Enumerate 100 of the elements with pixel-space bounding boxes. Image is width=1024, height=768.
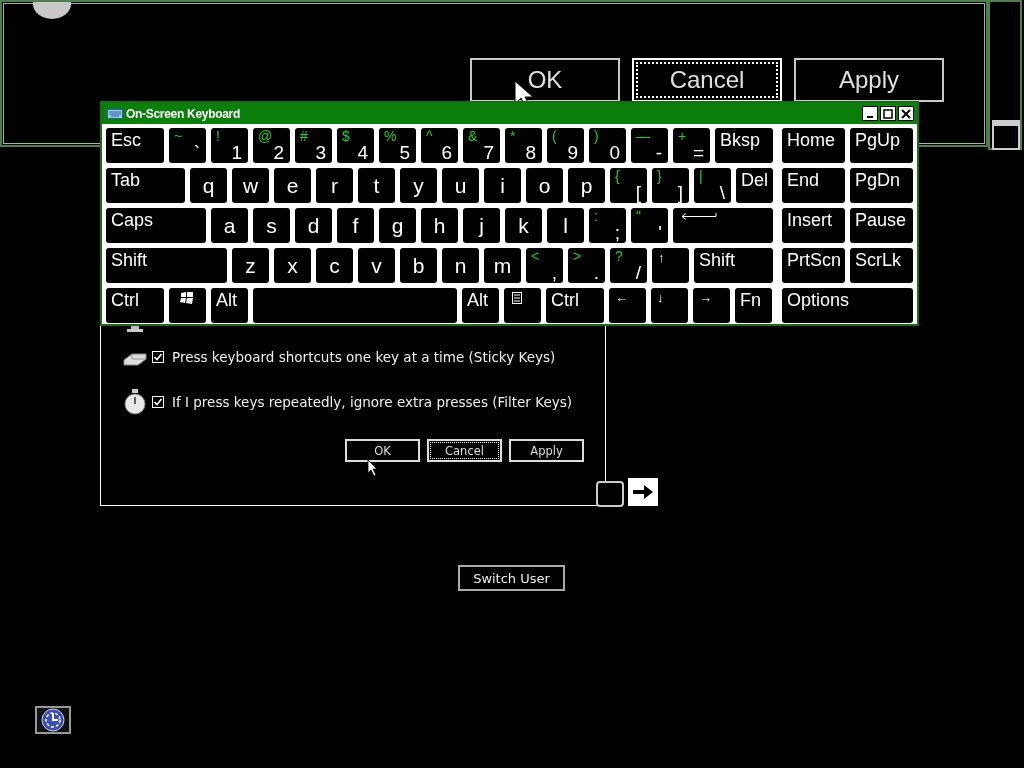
key[interactable]: ( 9 — [547, 128, 584, 163]
key[interactable]: ↑ — [652, 248, 689, 283]
option-label: Press keyboard shortcuts one key at a time (Sticky Keys) — [172, 348, 556, 365]
key[interactable]: Esc — [106, 128, 164, 163]
key[interactable]: n — [442, 248, 479, 283]
key[interactable]: Tab — [106, 168, 185, 203]
dialog-button[interactable]: Cancel — [632, 58, 782, 102]
key[interactable]: g — [379, 208, 416, 243]
key[interactable]: w — [232, 168, 269, 203]
key[interactable]: Shift — [694, 248, 773, 283]
key[interactable]: ^ 6 — [421, 128, 458, 163]
key[interactable]: { [ — [610, 168, 647, 203]
key[interactable]: ) 0 — [589, 128, 626, 163]
return-arrow-icon — [681, 213, 717, 221]
key[interactable]: Insert — [782, 208, 845, 243]
key[interactable]: → — [693, 288, 730, 323]
key[interactable]: ← — [609, 288, 646, 323]
checkbox[interactable] — [152, 350, 164, 363]
key[interactable]: End — [782, 168, 845, 203]
windows-logo-icon — [180, 292, 194, 304]
key[interactable]: | \ — [694, 168, 731, 203]
key[interactable]: Shift — [106, 248, 227, 283]
key[interactable]: c — [316, 248, 353, 283]
close-button[interactable] — [898, 106, 914, 121]
key[interactable]: b — [400, 248, 437, 283]
dialog-button[interactable]: Apply — [794, 58, 944, 102]
key[interactable]: > . — [568, 248, 605, 283]
key[interactable]: h — [421, 208, 458, 243]
key[interactable]: l — [547, 208, 584, 243]
key[interactable]: z — [232, 248, 269, 283]
minimize-button[interactable] — [862, 106, 878, 121]
key[interactable]: < , — [526, 248, 563, 283]
menu-icon — [512, 292, 522, 304]
key[interactable]: k — [505, 208, 542, 243]
key[interactable]: r — [316, 168, 353, 203]
key[interactable]: * 8 — [505, 128, 542, 163]
key[interactable]: Bksp — [715, 128, 773, 163]
maximize-button[interactable] — [880, 106, 896, 121]
checkbox[interactable] — [152, 395, 164, 408]
password-field[interactable] — [596, 481, 624, 507]
key[interactable]: + = — [673, 128, 710, 163]
key[interactable]: ? / — [610, 248, 647, 283]
key[interactable]: u — [442, 168, 479, 203]
key[interactable]: ScrLk — [850, 248, 913, 283]
menu-key[interactable] — [504, 288, 541, 323]
key[interactable]: i — [484, 168, 521, 203]
key[interactable]: : ; — [589, 208, 626, 243]
window-title: On-Screen Keyboard — [126, 106, 240, 121]
submit-button[interactable] — [628, 478, 658, 506]
key[interactable]: Alt — [462, 288, 499, 323]
key[interactable]: Fn — [735, 288, 772, 323]
ease-of-access-button[interactable] — [35, 706, 71, 734]
key[interactable]: q — [190, 168, 227, 203]
option-label: If I press keys repeatedly, ignore extra presses (Filter Keys) — [172, 393, 572, 410]
dialog-button[interactable]: Apply — [509, 439, 584, 462]
key[interactable]: Pause — [850, 208, 913, 243]
key[interactable]: ~ ` — [169, 128, 206, 163]
key[interactable]: & 7 — [463, 128, 500, 163]
key[interactable]: PgDn — [850, 168, 913, 203]
key[interactable]: a — [211, 208, 248, 243]
key[interactable]: x — [274, 248, 311, 283]
key[interactable]: o — [526, 168, 563, 203]
key[interactable]: ! 1 — [211, 128, 248, 163]
key[interactable]: — - — [631, 128, 668, 163]
key[interactable]: $ 4 — [337, 128, 374, 163]
key[interactable]: @ 2 — [253, 128, 290, 163]
dialog-button[interactable]: OK — [470, 58, 620, 102]
key[interactable]: Ctrl — [106, 288, 164, 323]
key[interactable]: Del — [736, 168, 773, 203]
key[interactable]: t — [358, 168, 395, 203]
key[interactable]: p — [568, 168, 605, 203]
dialog-button[interactable]: OK — [345, 439, 420, 462]
key[interactable]: Caps — [106, 208, 206, 243]
windows-key[interactable] — [169, 288, 206, 323]
key[interactable]: } ] — [652, 168, 689, 203]
key[interactable]: m — [484, 248, 521, 283]
switch-user-button[interactable]: Switch User — [458, 565, 565, 591]
key[interactable]: # 3 — [295, 128, 332, 163]
minimize-icon — [867, 115, 873, 118]
key[interactable]: j — [463, 208, 500, 243]
key[interactable]: e — [274, 168, 311, 203]
key[interactable]: f — [337, 208, 374, 243]
key[interactable]: % 5 — [379, 128, 416, 163]
close-icon — [901, 108, 911, 119]
key[interactable]: PgUp — [850, 128, 913, 163]
key[interactable]: d — [295, 208, 332, 243]
key[interactable]: Ctrl — [546, 288, 604, 323]
maximize-icon — [883, 108, 893, 119]
dialog-button[interactable]: Cancel — [427, 439, 502, 462]
orb-icon — [32, 2, 72, 20]
key[interactable]: Home — [782, 128, 845, 163]
key[interactable]: PrtScn — [782, 248, 845, 283]
key[interactable]: s — [253, 208, 290, 243]
ease-of-access-icon — [41, 708, 65, 732]
key[interactable]: ↓ — [651, 288, 688, 323]
key[interactable]: v — [358, 248, 395, 283]
key[interactable]: Alt — [211, 288, 248, 323]
key[interactable]: Options — [782, 288, 913, 323]
key[interactable]: " ' — [631, 208, 668, 243]
key[interactable]: y — [400, 168, 437, 203]
